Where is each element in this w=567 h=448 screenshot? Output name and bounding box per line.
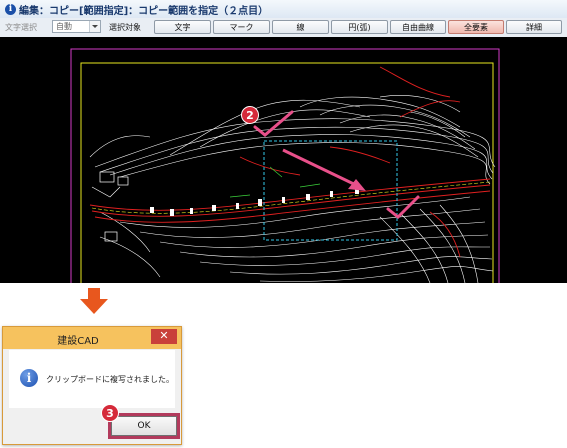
font-select-dropdown[interactable]: 自動 — [52, 20, 101, 33]
dialog-message: クリップボードに複写されました。 — [46, 375, 174, 384]
down-arrow-icon — [80, 288, 108, 314]
step-marker-3: 3 — [101, 404, 119, 422]
font-select-value: 自動 — [56, 22, 72, 31]
target-label: 選択対象 — [109, 23, 141, 32]
details-button[interactable]: 詳細 — [506, 20, 562, 34]
text-button[interactable]: 文字 — [154, 20, 211, 34]
cad-drawing-area[interactable]: 2 — [0, 37, 567, 283]
cad-drawing — [70, 48, 500, 283]
ok-button[interactable]: OK — [111, 416, 177, 436]
dialog-body: i クリップボードに複写されました。 — [9, 350, 175, 408]
step-marker-2: 2 — [241, 106, 259, 124]
circle-arc-button[interactable]: 円(弧) — [331, 20, 388, 34]
minor-features — [229, 166, 321, 198]
instruction-text: 編集：コピー[範囲指定]：コピー範囲を指定（２点目） — [19, 5, 269, 17]
info-icon: i — [5, 3, 16, 15]
dialog-title-bar[interactable]: 建設CAD ✕ — [3, 327, 181, 349]
contour-lines-upper — [89, 95, 496, 185]
message-dialog: 建設CAD ✕ i クリップボードに複写されました。 OK 3 — [2, 326, 182, 445]
chevron-down-icon[interactable] — [89, 21, 100, 32]
close-icon[interactable]: ✕ — [151, 329, 177, 344]
mark-button[interactable]: マーク — [213, 20, 270, 34]
info-icon: i — [20, 369, 38, 387]
dialog-title: 建設CAD — [57, 336, 99, 347]
selection-toolbar: 文字選択 自動 選択対象 文字 マーク 線 円(弧) 自由曲線 全要素 詳細 — [0, 18, 567, 38]
direction-arrow — [282, 148, 366, 191]
instruction-bar: i 編集：コピー[範囲指定]：コピー範囲を指定（２点目） — [0, 0, 567, 19]
font-select-label: 文字選択 — [5, 23, 37, 32]
line-button[interactable]: 線 — [272, 20, 329, 34]
all-elements-button[interactable]: 全要素 — [448, 20, 504, 34]
freeform-curve-button[interactable]: 自由曲線 — [390, 20, 446, 34]
outer-sheet-frame — [70, 48, 500, 283]
